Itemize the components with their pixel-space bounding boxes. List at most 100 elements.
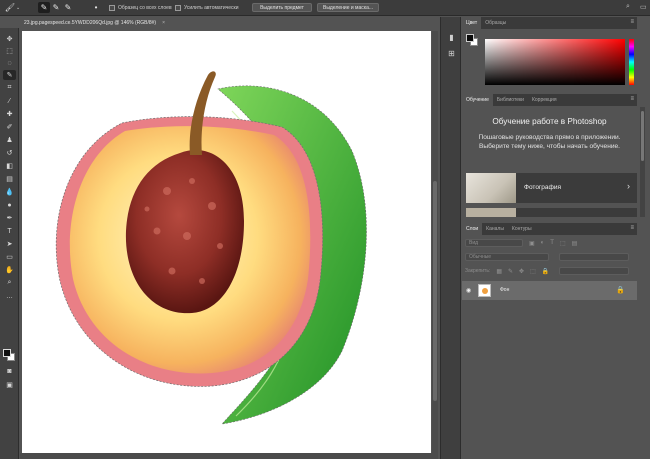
filter-type-icon[interactable]: T (550, 240, 554, 246)
lock-artboard-icon[interactable]: ⬚ (530, 268, 536, 275)
document-tab[interactable]: 23.jpg.pagespeed.ce.5YWDD206Qd.jpg @ 146… (20, 17, 192, 29)
foreground-color-chip[interactable] (466, 34, 474, 42)
peach-image (55, 71, 367, 425)
document-title: 23.jpg.pagespeed.ce.5YWDD206Qd.jpg @ 146… (24, 20, 157, 26)
add-to-selection-icon[interactable]: ✎ (50, 2, 62, 13)
options-bar: 🖌 ⌄ ✎ ✎ ✎ • Образец со всех слоев Усилит… (0, 0, 650, 16)
eyedropper-tool-icon[interactable]: ⁄ (3, 96, 16, 106)
history-brush-tool-icon[interactable]: ↺ (3, 148, 16, 158)
horizontal-scrollbar[interactable] (20, 453, 438, 459)
layer-name: Фон (500, 287, 510, 293)
foreground-color-swatch[interactable] (3, 349, 11, 357)
tab-adjustments[interactable]: Коррекция (528, 94, 561, 106)
vertical-scrollbar[interactable] (432, 31, 438, 453)
learn-title: Обучение работе в Photoshop (492, 117, 607, 126)
layers-panel: Вид ▣ ◐ T ⬚ ▤ Обычные Закрепить: ▦ ✎ ✥ ⬚… (462, 235, 637, 459)
gradient-tool-icon[interactable]: ▤ (3, 174, 16, 184)
type-tool-icon[interactable]: T (3, 226, 16, 236)
lock-transparent-icon[interactable]: ▦ (496, 268, 502, 275)
layer-row[interactable]: ◉ Фон 🔒 (462, 281, 637, 300)
new-selection-icon[interactable]: ✎ (38, 2, 50, 13)
lock-label: Закрепить: (465, 268, 491, 274)
tutorial-card-next[interactable] (466, 208, 637, 217)
filter-pixel-icon[interactable]: ▣ (529, 240, 535, 247)
blend-mode-select[interactable]: Обычные (465, 253, 549, 261)
screen-mode-icon[interactable]: ▣ (3, 380, 16, 390)
preset-caret: ⌄ (16, 4, 21, 11)
history-panel-icon[interactable]: ▮ (445, 31, 458, 43)
zoom-tool-icon[interactable]: ⌕ (3, 278, 16, 288)
layers-panel-menu-icon[interactable]: ≡ (630, 225, 634, 231)
brush-tool-icon[interactable]: ✐ (3, 122, 16, 132)
lasso-tool-icon[interactable]: ◌ (3, 58, 16, 68)
tab-swatches[interactable]: Образцы (481, 17, 510, 29)
shape-tool-icon[interactable]: ▭ (3, 252, 16, 262)
blur-tool-icon[interactable]: 💧 (3, 187, 16, 197)
quick-selection-tool-icon[interactable]: ✎ (3, 70, 16, 80)
tab-libraries[interactable]: Библиотеки (493, 94, 528, 106)
path-selection-tool-icon[interactable]: ➤ (3, 239, 16, 249)
document-canvas[interactable] (22, 31, 431, 454)
workspace-icon[interactable]: ▭ (640, 3, 647, 11)
layer-filter-label: Вид (469, 240, 479, 246)
quick-mask-icon[interactable]: ◙ (3, 366, 16, 376)
learn-scrollbar[interactable] (640, 107, 645, 217)
filter-smart-object-icon[interactable]: ▤ (572, 240, 578, 247)
quick-selection-icon: 🖌 (4, 3, 16, 12)
tab-channels[interactable]: Каналы (482, 223, 508, 235)
learn-subtitle: Пошаговые руководства прямо в приложении… (478, 134, 621, 150)
right-panels: Цвет Образцы ≡ Обучение Библиотеки Корре… (462, 17, 650, 459)
color-panel-tabs: Цвет Образцы (462, 17, 637, 29)
move-tool-icon[interactable]: ✥ (3, 34, 16, 44)
visibility-eye-icon[interactable]: ◉ (466, 287, 471, 294)
close-icon[interactable]: × (162, 20, 165, 26)
auto-enhance-checkbox[interactable] (175, 4, 181, 11)
layer-filter-select[interactable]: Вид (465, 239, 523, 247)
clone-stamp-tool-icon[interactable]: ♟ (3, 135, 16, 145)
dodge-tool-icon[interactable]: ● (3, 200, 16, 210)
opacity-field[interactable] (559, 253, 629, 261)
hue-slider[interactable] (629, 39, 634, 85)
tab-color[interactable]: Цвет (462, 17, 482, 29)
color-panel-menu-icon[interactable]: ≡ (630, 19, 634, 25)
lock-all-icon[interactable]: 🔒 (542, 268, 549, 275)
learn-panel-tabs: Обучение Библиотеки Коррекция (462, 94, 637, 106)
pen-tool-icon[interactable]: ✒ (3, 213, 16, 223)
tutorial-card-photography[interactable]: Фотография › (466, 173, 637, 203)
layers-panel-tabs: Слои Каналы Контуры (462, 223, 637, 235)
blend-mode-value: Обычные (469, 254, 492, 260)
learn-scroll-thumb[interactable] (641, 111, 644, 161)
tools-panel: ✥ ⬚ ◌ ✎ ⌗ ⁄ ✚ ✐ ♟ ↺ ◧ ▤ 💧 ● ✒ T ➤ ▭ ✋ ⌕ … (0, 28, 19, 459)
collapsed-panels-strip: ▮ ⊞ (440, 17, 461, 459)
quick-selection-tool-preset[interactable]: 🖌 ⌄ (4, 2, 20, 13)
crop-tool-icon[interactable]: ⌗ (3, 83, 16, 93)
subtract-from-selection-icon[interactable]: ✎ (62, 2, 74, 13)
lock-position-icon[interactable]: ✥ (519, 268, 524, 275)
learn-panel-menu-icon[interactable]: ≡ (630, 96, 634, 102)
lock-icon: 🔒 (616, 287, 625, 294)
search-icon[interactable]: ⌕ (626, 3, 630, 11)
tab-layers[interactable]: Слои (462, 223, 483, 235)
tutorial-card-label: Фотография (524, 184, 562, 191)
select-subject-button[interactable]: Выделить предмет (252, 3, 312, 12)
marquee-tool-icon[interactable]: ⬚ (3, 46, 16, 56)
healing-brush-tool-icon[interactable]: ✚ (3, 109, 16, 119)
tab-paths[interactable]: Контуры (508, 223, 536, 235)
brush-settings[interactable]: • (90, 2, 102, 13)
chevron-right-icon: › (627, 181, 630, 191)
sample-all-layers-checkbox[interactable] (109, 4, 115, 11)
properties-panel-icon[interactable]: ⊞ (445, 47, 458, 59)
tutorial-card-image (466, 208, 516, 217)
more-tools-icon[interactable]: … (3, 291, 16, 301)
hand-tool-icon[interactable]: ✋ (3, 265, 16, 275)
eraser-tool-icon[interactable]: ◧ (3, 161, 16, 171)
color-picker (462, 29, 637, 91)
select-and-mask-button[interactable]: Выделение и маска... (317, 3, 379, 12)
filter-shape-icon[interactable]: ⬚ (560, 240, 566, 247)
tab-learn[interactable]: Обучение (462, 94, 493, 106)
lock-image-icon[interactable]: ✎ (508, 268, 513, 275)
fill-field[interactable] (559, 267, 630, 275)
vertical-scroll-thumb[interactable] (433, 181, 437, 401)
filter-adjustment-icon[interactable]: ◐ (541, 240, 545, 246)
color-field[interactable] (485, 39, 625, 85)
